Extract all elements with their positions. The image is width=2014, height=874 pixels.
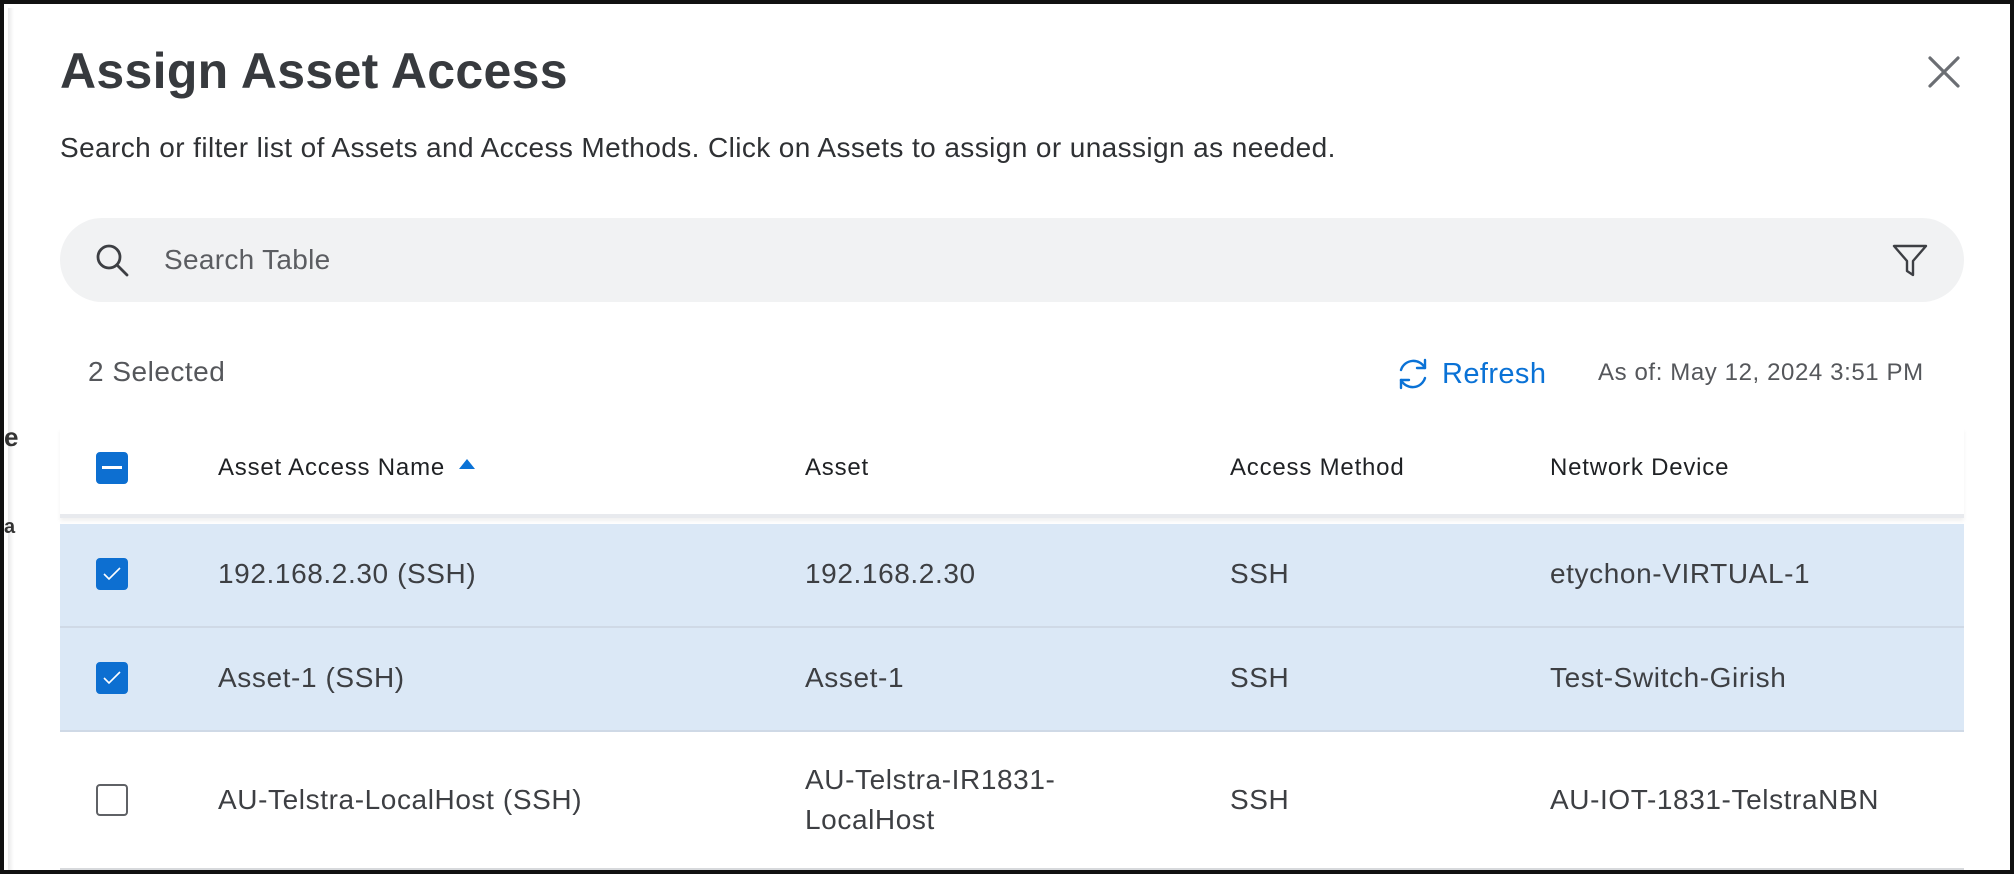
cell-access-method: SSH xyxy=(1230,558,1290,589)
column-header-asset[interactable]: Asset xyxy=(805,454,869,482)
check-icon xyxy=(103,567,121,581)
cell-asset: AU-Telstra-IR1831-LocalHost xyxy=(805,764,1056,835)
background-text-fragment: a xyxy=(4,516,16,538)
table-row[interactable]: 192.168.2.30 (SSH) 192.168.2.30 SSH etyc… xyxy=(60,524,1964,628)
table-header: Asset Access Name Asset Access Method Ne… xyxy=(60,428,1964,518)
table-row[interactable]: Asset-1 (SSH) Asset-1 SSH Test-Switch-Gi… xyxy=(60,628,1964,732)
cell-network-device: etychon-VIRTUAL-1 xyxy=(1550,558,1811,589)
row-checkbox[interactable] xyxy=(96,784,128,816)
cell-asset: 192.168.2.30 xyxy=(805,558,976,589)
search-icon xyxy=(96,244,129,277)
close-button[interactable] xyxy=(1922,50,1966,94)
refresh-label: Refresh xyxy=(1442,357,1547,390)
refresh-button[interactable]: Refresh xyxy=(1394,354,1546,394)
search-input[interactable] xyxy=(164,236,1804,284)
row-checkbox[interactable] xyxy=(96,662,128,694)
cell-asset-access-name: 192.168.2.30 (SSH) xyxy=(218,558,477,589)
minus-icon xyxy=(102,466,122,469)
search-bar[interactable] xyxy=(60,218,1964,302)
column-header-label: Asset Access Name xyxy=(218,454,446,481)
dialog-frame: e a Assign Asset Access Search or filter… xyxy=(0,0,2014,874)
cell-access-method: SSH xyxy=(1230,784,1290,815)
sort-ascending-icon[interactable] xyxy=(459,459,476,469)
row-checkbox[interactable] xyxy=(96,558,128,590)
column-header-asset-access-name[interactable]: Asset Access Name xyxy=(218,454,476,482)
table-row[interactable]: AU-Telstra-LocalHost (SSH) AU-Telstra-IR… xyxy=(60,732,1964,870)
dialog-description: Search or filter list of Assets and Acce… xyxy=(60,132,1336,163)
check-icon xyxy=(103,671,121,685)
selected-count: 2 Selected xyxy=(88,356,226,387)
cell-access-method: SSH xyxy=(1230,662,1290,693)
select-all-checkbox[interactable] xyxy=(96,452,128,484)
filter-icon[interactable] xyxy=(1890,240,1930,280)
cell-asset-access-name: AU-Telstra-LocalHost (SSH) xyxy=(218,784,583,815)
close-icon xyxy=(1928,56,1960,88)
cell-asset-access-name: Asset-1 (SSH) xyxy=(218,662,405,693)
cell-asset: Asset-1 xyxy=(805,662,905,693)
last-updated-timestamp: As of: May 12, 2024 3:51 PM xyxy=(1598,359,1924,386)
asset-access-table: Asset Access Name Asset Access Method Ne… xyxy=(60,428,1964,870)
column-header-network-device[interactable]: Network Device xyxy=(1550,454,1729,482)
dialog-title: Assign Asset Access xyxy=(60,43,568,99)
background-text-fragment: e xyxy=(4,422,19,452)
cell-network-device: Test-Switch-Girish xyxy=(1550,662,1787,693)
refresh-icon xyxy=(1399,358,1427,390)
cell-network-device: AU-IOT-1831-TelstraNBN xyxy=(1550,784,1880,815)
column-header-access-method[interactable]: Access Method xyxy=(1230,454,1404,482)
